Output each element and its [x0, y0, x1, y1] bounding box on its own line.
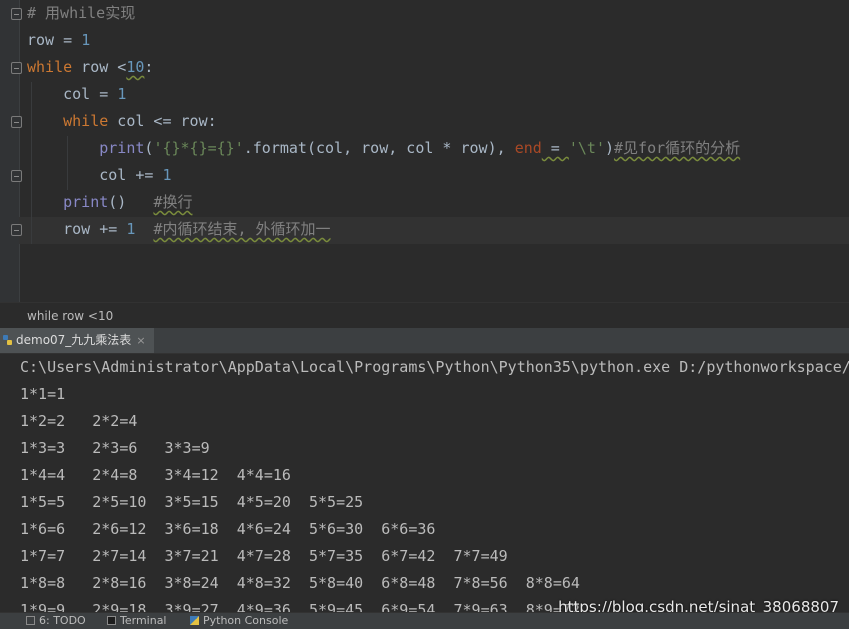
console-output-line: 1*2=2 2*2=4 — [20, 412, 138, 430]
python-console-label: Python Console — [203, 614, 289, 627]
code-token: col += — [27, 166, 163, 184]
console-output-line: 1*5=5 2*5=10 3*5=15 4*5=20 5*5=25 — [20, 493, 364, 511]
code-editor[interactable]: # 用while实现 row = 1 while row <10: col = 1 … — [0, 0, 849, 302]
code-line[interactable]: row = 1 — [27, 27, 90, 54]
python-console-tool-button[interactable]: Python Console — [190, 613, 288, 629]
editor-gutter — [0, 0, 20, 302]
code-token: #内循环结束, 外循环加一 — [153, 220, 331, 238]
run-tab-label: demo07_九九乘法表 — [16, 333, 132, 347]
code-token: ) — [605, 139, 615, 157]
console-command-line: C:\Users\Administrator\AppData\Local\Pro… — [20, 358, 849, 376]
code-line[interactable]: # 用while实现 — [27, 0, 135, 27]
code-token: .format(col, row, col * row), — [243, 139, 515, 157]
bottom-tool-bar: 6: TODO Terminal Python Console — [0, 612, 849, 629]
code-token: row = — [27, 31, 82, 49]
close-icon[interactable]: × — [136, 328, 145, 353]
code-token: print — [99, 139, 145, 157]
terminal-icon — [107, 616, 116, 625]
terminal-tool-button[interactable]: Terminal — [107, 613, 167, 629]
code-token: end — [514, 139, 542, 157]
code-line[interactable]: col = 1 — [27, 81, 126, 108]
code-line[interactable]: print() #换行 — [27, 189, 192, 216]
python-file-icon — [3, 335, 12, 345]
code-line[interactable]: row += 1 #内循环结束, 外循环加一 — [27, 216, 331, 243]
code-token: () — [108, 193, 154, 211]
fold-icon[interactable] — [11, 224, 22, 236]
code-token: 1 — [162, 166, 172, 184]
console-output-line: 1*3=3 2*3=6 3*3=9 — [20, 439, 210, 457]
todo-label: 6: TODO — [39, 614, 86, 627]
code-token: # 用while实现 — [27, 4, 136, 22]
code-token: col <= row: — [108, 112, 217, 130]
code-token: while — [27, 58, 73, 76]
run-console-output[interactable]: C:\Users\Administrator\AppData\Local\Pro… — [0, 354, 849, 612]
code-token: #见for循环的分析 — [614, 139, 741, 157]
console-output-line: 1*6=6 2*6=12 3*6=18 4*6=24 5*6=30 6*6=36 — [20, 520, 436, 538]
console-output-line: 1*9=9 2*9=18 3*9=27 4*9=36 5*9=45 6*9=54… — [20, 601, 580, 612]
code-line[interactable]: while row <10: — [27, 54, 153, 81]
code-line[interactable]: col += 1 — [27, 162, 172, 189]
code-token: 1 — [117, 85, 127, 103]
code-token: '{}*{}={}' — [153, 139, 244, 157]
console-output-line: 1*7=7 2*7=14 3*7=21 4*7=28 5*7=35 6*7=42… — [20, 547, 508, 565]
code-token: = — [541, 139, 569, 157]
code-token: print — [63, 193, 109, 211]
todo-icon — [26, 616, 35, 625]
breadcrumb[interactable]: while row <10 — [27, 303, 113, 329]
code-line[interactable]: while col <= row: — [27, 108, 217, 135]
console-output-line: 1*1=1 — [20, 385, 66, 403]
console-output-line: 1*4=4 2*4=8 3*4=12 4*4=16 — [20, 466, 291, 484]
code-token: while — [63, 112, 109, 130]
run-tab-demo07[interactable]: demo07_九九乘法表 × — [0, 328, 154, 353]
code-line[interactable]: print('{}*{}={}'.format(col, row, col * … — [27, 135, 740, 162]
code-token: row < — [72, 58, 127, 76]
todo-tool-button[interactable]: 6: TODO — [26, 613, 86, 629]
code-token: 10 — [126, 58, 145, 76]
code-token: #换行 — [153, 193, 193, 211]
run-tool-window-tabs: demo07_九九乘法表 × — [0, 328, 849, 354]
terminal-label: Terminal — [120, 614, 167, 627]
fold-icon[interactable] — [11, 8, 22, 20]
code-token: col = — [27, 85, 118, 103]
python-console-icon — [190, 616, 199, 625]
code-token: : — [144, 58, 154, 76]
fold-icon[interactable] — [11, 116, 22, 128]
console-output-line: 1*8=8 2*8=16 3*8=24 4*8=32 5*8=40 6*8=48… — [20, 574, 580, 592]
breadcrumb-bar: while row <10 — [0, 302, 849, 329]
code-token: '\t' — [568, 139, 605, 157]
code-token: 1 — [81, 31, 91, 49]
code-token: row += — [27, 220, 127, 238]
fold-icon[interactable] — [11, 62, 22, 74]
fold-icon[interactable] — [11, 170, 22, 182]
